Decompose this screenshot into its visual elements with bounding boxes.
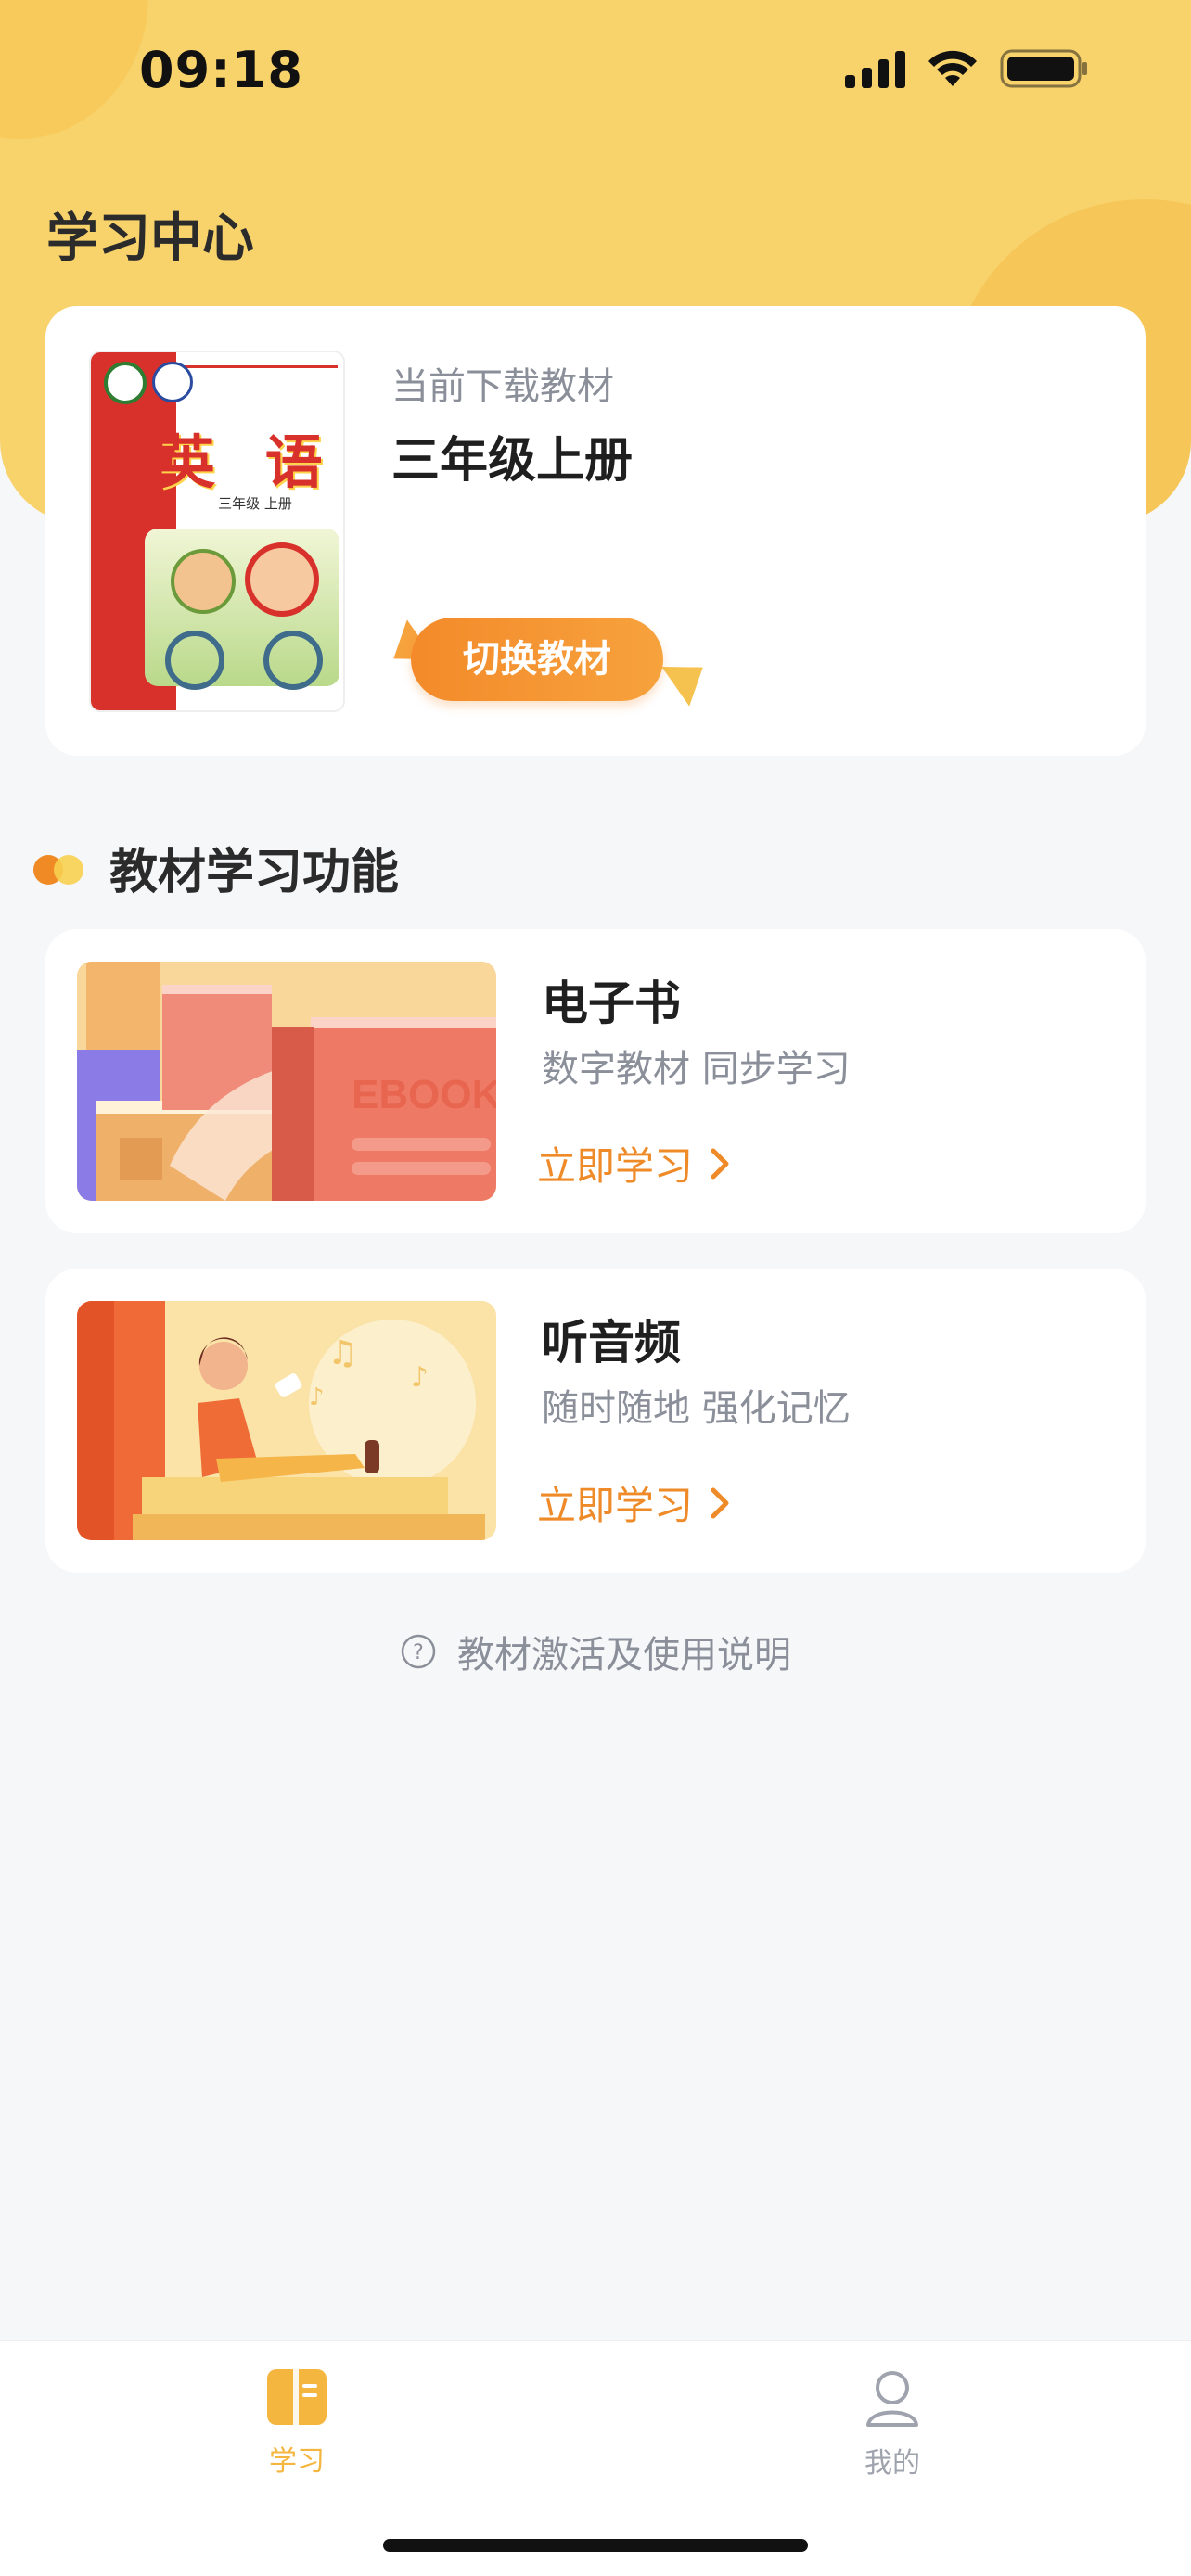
ebook-start-label: 立即学习 bbox=[537, 1143, 694, 1189]
status-bar: 09:18 bbox=[0, 0, 1191, 139]
status-icons bbox=[845, 48, 1089, 89]
home-indicator bbox=[383, 2539, 808, 2552]
svg-text:♫: ♫ bbox=[327, 1334, 357, 1372]
battery-icon bbox=[1000, 49, 1087, 88]
publisher-logo bbox=[104, 362, 147, 404]
help-link[interactable]: ? 教材激活及使用说明 bbox=[0, 1625, 1191, 1678]
audio-illustration: ♫ ♪ ♪ bbox=[77, 1301, 496, 1540]
section-heading: 教材学习功能 bbox=[33, 833, 399, 902]
book-icon bbox=[267, 2369, 327, 2425]
books-illustration: EBOOK bbox=[77, 962, 496, 1201]
ebook-start-link[interactable]: 立即学习 bbox=[537, 1135, 730, 1192]
wifi-icon bbox=[928, 50, 977, 86]
switch-book-label: 切换教材 bbox=[463, 638, 611, 681]
chevron-right-icon bbox=[711, 1487, 729, 1518]
listening-illustration: ♫ ♪ ♪ bbox=[77, 1301, 496, 1540]
section-dots-icon bbox=[33, 851, 85, 885]
book-caption: 当前下载教材 bbox=[391, 365, 614, 408]
current-book-card: 英 语 三年级 上册 当前下载教材 三年级上册 切换教材 bbox=[45, 306, 1146, 756]
ebook-card[interactable]: EBOOK 电子书 数字教材 同步学习 立即学习 bbox=[45, 929, 1146, 1233]
book-name: 三年级上册 bbox=[391, 433, 634, 489]
cover-grade-label: 三年级 上册 bbox=[218, 495, 292, 512]
audio-card[interactable]: ♫ ♪ ♪ 听音频 随时随地 强化记忆 立即学习 bbox=[45, 1269, 1146, 1573]
tab-study-label: 学习 bbox=[269, 2445, 325, 2478]
ebook-subtitle: 数字教材 同步学习 bbox=[542, 1048, 851, 1090]
audio-title: 听音频 bbox=[542, 1316, 681, 1370]
audio-subtitle: 随时随地 强化记忆 bbox=[542, 1387, 851, 1430]
chevron-right-icon bbox=[711, 1148, 729, 1179]
svg-text:♪: ♪ bbox=[309, 1384, 325, 1411]
cover-subject: 英 语 bbox=[158, 428, 338, 496]
ebook-title: 电子书 bbox=[542, 976, 681, 1030]
user-icon bbox=[866, 2371, 918, 2427]
status-time: 09:18 bbox=[139, 41, 303, 99]
audio-start-label: 立即学习 bbox=[537, 1483, 694, 1528]
svg-text:?: ? bbox=[413, 1641, 424, 1664]
tab-study[interactable]: 学习 bbox=[204, 2367, 390, 2479]
book-cover-image[interactable]: 英 语 三年级 上册 bbox=[89, 351, 345, 712]
svg-text:♪: ♪ bbox=[411, 1361, 429, 1394]
tab-mine-label: 我的 bbox=[864, 2447, 920, 2480]
question-circle-icon: ? bbox=[401, 1634, 436, 1669]
publisher-logo bbox=[152, 362, 193, 402]
audio-start-link[interactable]: 立即学习 bbox=[537, 1474, 730, 1531]
ebook-thumb-label: EBOOK bbox=[352, 1072, 496, 1117]
help-text: 教材激活及使用说明 bbox=[457, 1634, 791, 1677]
section-title: 教材学习功能 bbox=[109, 845, 400, 900]
page-title: 学习中心 bbox=[46, 209, 254, 269]
switch-book-button[interactable]: 切换教材 bbox=[379, 612, 717, 707]
cellular-signal-icon bbox=[845, 49, 905, 88]
ebook-illustration: EBOOK bbox=[77, 962, 496, 1201]
tab-mine[interactable]: 我的 bbox=[800, 2367, 985, 2480]
